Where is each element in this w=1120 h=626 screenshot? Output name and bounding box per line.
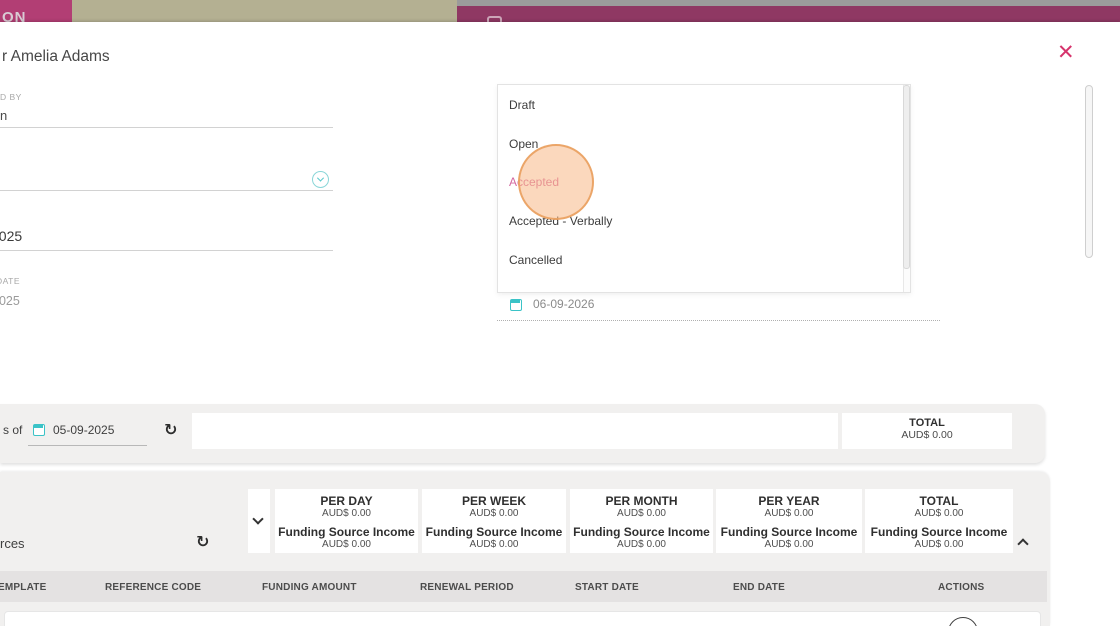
vertical-scrollbar[interactable] [1085,85,1093,258]
field-underline [0,250,333,251]
stat-per-year: PER YEAR AUD$ 0.00 Funding Source Income… [716,489,862,553]
dropdown-option-accepted-verbally[interactable]: Accepted - Verbally [509,214,612,228]
column-header-end-date: END DATE [733,582,785,593]
stat-income-label: Funding Source Income [720,524,858,539]
header-magenta-bar [457,6,1120,22]
stat-period-label: PER MONTH [605,494,678,508]
stat-amount: AUD$ 0.00 [469,508,519,520]
stat-income-amount: AUD$ 0.00 [914,539,964,551]
stat-per-month: PER MONTH AUD$ 0.00 Funding Source Incom… [570,489,713,553]
column-header-actions: ACTIONS [938,582,985,593]
app-logo-text: ON [2,9,27,22]
chevron-up-icon[interactable] [1017,538,1029,550]
stat-amount: AUD$ 0.00 [764,508,814,520]
summary-input[interactable] [192,413,838,449]
calendar-icon [510,299,522,311]
close-icon[interactable]: ✕ [1057,42,1075,63]
stat-income-label: Funding Source Income [425,524,563,539]
column-header-template: EMPLATE [0,582,47,593]
table-row [4,611,1041,626]
refresh-icon[interactable]: ↻ [164,422,177,438]
total-label: TOTAL [909,417,945,429]
dropdown-option-cancelled[interactable]: Cancelled [509,253,562,267]
funding-table-header: EMPLATE REFERENCE CODE FUNDING AMOUNT RE… [0,571,1047,602]
summary-bar: s of 05-09-2025 ↻ TOTAL AUD$ 0.00 [0,404,1045,463]
stat-income-amount: AUD$ 0.00 [322,539,371,551]
stat-amount: AUD$ 0.00 [322,508,371,520]
stat-income-amount: AUD$ 0.00 [469,539,519,551]
column-header-reference-code: REFERENCE CODE [105,582,202,593]
funding-sources-title: rces [0,536,25,551]
stat-period-label: PER YEAR [758,494,820,508]
date-field-value-2[interactable]: 2025 [0,294,20,308]
stat-amount: AUD$ 0.00 [617,508,666,520]
end-date-field[interactable]: 06-09-2026 [497,296,940,321]
total-value: AUD$ 0.00 [901,429,953,441]
created-by-value: n [0,108,8,123]
date-label: DATE [0,276,21,286]
chevron-down-icon [252,513,264,525]
date-field-value[interactable]: 2025 [0,228,22,244]
field-underline [28,445,147,446]
column-header-start-date: START DATE [575,582,639,593]
stat-period-label: PER DAY [320,494,373,508]
stat-income-label: Funding Source Income [870,524,1008,539]
summary-total-box: TOTAL AUD$ 0.00 [842,413,1012,449]
stat-period-label: TOTAL [919,494,959,508]
expand-toggle-button[interactable] [248,489,270,553]
created-by-label: D BY [0,92,22,102]
header-banner-image [72,0,457,22]
column-header-renewal-period: RENEWAL PERIOD [420,582,514,593]
dropdown-scrollbar[interactable] [903,85,910,292]
dialog-title: r Amelia Adams [2,48,110,65]
as-of-label: s of [3,423,23,437]
calendar-icon [33,424,45,436]
stat-income-label: Funding Source Income [573,524,710,539]
field-underline [0,127,333,128]
column-header-funding-amount: FUNDING AMOUNT [262,582,357,593]
screen: ON r Amelia Adams ✕ D BY n 2025 DATE 202… [0,0,1120,626]
stat-period-label: PER WEEK [461,494,526,508]
dropdown-option-draft[interactable]: Draft [509,98,535,112]
row-action-button[interactable] [948,617,978,626]
dropdown-option-open[interactable]: Open [509,137,538,151]
end-date-value: 06-09-2026 [533,297,595,311]
as-of-date-field[interactable]: 05-09-2025 [53,423,114,437]
stat-income-amount: AUD$ 0.00 [617,539,666,551]
stat-income-amount: AUD$ 0.00 [764,539,814,551]
stat-income-label: Funding Source Income [278,524,415,539]
field-underline [0,190,333,191]
dialog: r Amelia Adams ✕ D BY n 2025 DATE 2025 D… [0,22,1120,626]
stat-per-week: PER WEEK AUD$ 0.00 Funding Source Income… [422,489,566,553]
app-header-background: ON [0,0,1120,28]
status-dropdown-list: Draft Open Accepted Accepted - Verbally … [497,84,911,293]
funding-sources-section: rces ↻ PER DAY AUD$ 0.00 Funding Source … [0,472,1050,626]
app-logo: ON [0,0,72,22]
dropdown-option-accepted[interactable]: Accepted [509,175,559,189]
select-chevron-icon[interactable] [312,171,329,188]
refresh-icon[interactable]: ↻ [196,534,209,550]
stat-per-day: PER DAY AUD$ 0.00 Funding Source Income … [275,489,418,553]
stat-amount: AUD$ 0.00 [914,508,964,520]
stat-total: TOTAL AUD$ 0.00 Funding Source Income AU… [865,489,1013,553]
